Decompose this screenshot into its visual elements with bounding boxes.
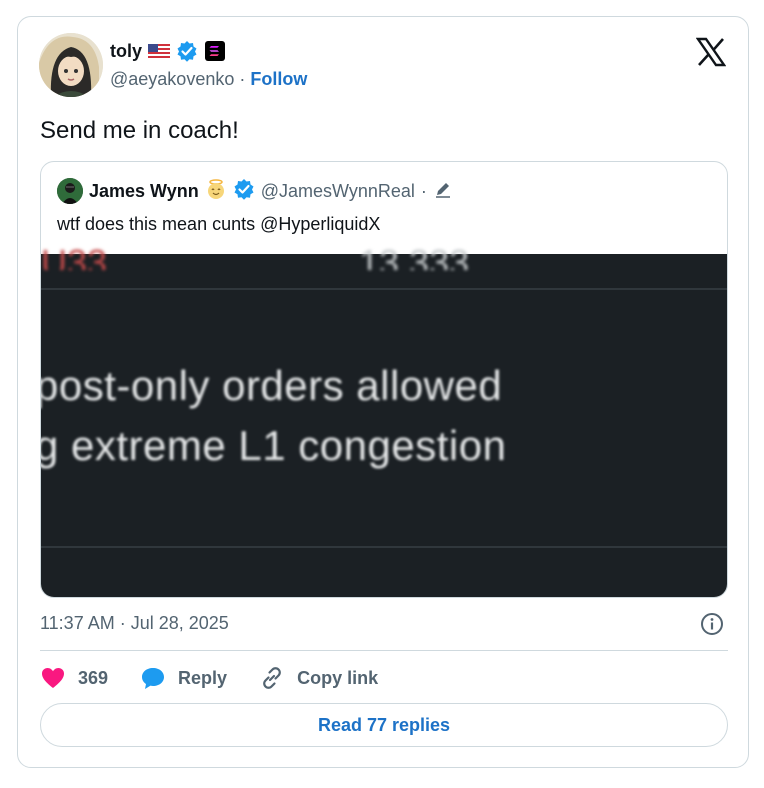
author-handle[interactable]: @aeyakovenko — [110, 69, 234, 90]
tweet-card: toly @aeyakovenko · Follow Send me in co… — [17, 16, 749, 768]
divider — [40, 650, 728, 651]
like-count: 369 — [78, 667, 109, 688]
author-display-name[interactable]: toly — [110, 41, 142, 62]
edit-pencil-icon — [433, 179, 453, 204]
quote-display-name: James Wynn — [89, 180, 199, 201]
action-bar: 369 Reply Copy link — [40, 664, 410, 692]
separator-dot: · — [119, 613, 126, 633]
reply-label: Reply — [178, 667, 228, 688]
media-top-left: U33 — [41, 242, 108, 270]
media-rule — [41, 288, 727, 290]
quote-text: wtf does this mean cunts @HyperliquidX — [57, 214, 381, 234]
separator-dot: · — [239, 69, 246, 89]
reply-bubble-icon — [142, 668, 165, 689]
solana-icon — [204, 40, 226, 62]
quoted-tweet[interactable]: James Wynn @JamesWynnReal · wtf does thi… — [40, 161, 728, 598]
tweet-time: 11:37 AM — [40, 613, 115, 633]
quote-media-image[interactable]: U33 13,333 post-only orders allowed g ex… — [40, 242, 727, 597]
media-rule — [41, 546, 727, 548]
us-flag-icon — [148, 40, 171, 62]
angel-emoji-icon — [205, 178, 227, 205]
heart-icon — [42, 668, 64, 688]
info-icon[interactable] — [700, 612, 724, 636]
quote-verified-icon — [233, 178, 255, 205]
like-button[interactable]: 369 — [40, 665, 108, 691]
x-logo-icon[interactable] — [695, 37, 727, 67]
quote-handle: @JamesWynnReal — [260, 180, 415, 201]
copy-link-label: Copy link — [297, 667, 379, 688]
quote-header: James Wynn @JamesWynnReal · — [57, 178, 453, 204]
read-replies-button[interactable]: Read 77 replies — [40, 703, 728, 747]
quote-avatar[interactable] — [57, 178, 83, 204]
verified-icon — [176, 40, 198, 62]
tweet-text: Send me in coach! — [40, 117, 239, 144]
tweet-timestamp[interactable]: 11:37 AM · Jul 28, 2025 — [40, 613, 229, 634]
copy-link-button[interactable]: Copy link — [259, 665, 378, 691]
tweet-date: Jul 28, 2025 — [130, 613, 229, 633]
author-handle-row: @aeyakovenko · Follow — [110, 69, 307, 90]
media-text-line-1: post-only orders allowed — [40, 362, 503, 409]
media-bottom-row: ​ — [41, 549, 727, 563]
link-icon — [263, 667, 281, 689]
author-avatar[interactable] — [39, 33, 103, 97]
follow-button[interactable]: Follow — [250, 69, 307, 90]
media-text-line-2: g extreme L1 congestion — [40, 422, 507, 469]
separator-dot: · — [420, 180, 427, 201]
media-top-right: 13,333 — [359, 242, 470, 270]
author-name-row: toly — [110, 39, 226, 63]
reply-button[interactable]: Reply — [140, 665, 227, 691]
